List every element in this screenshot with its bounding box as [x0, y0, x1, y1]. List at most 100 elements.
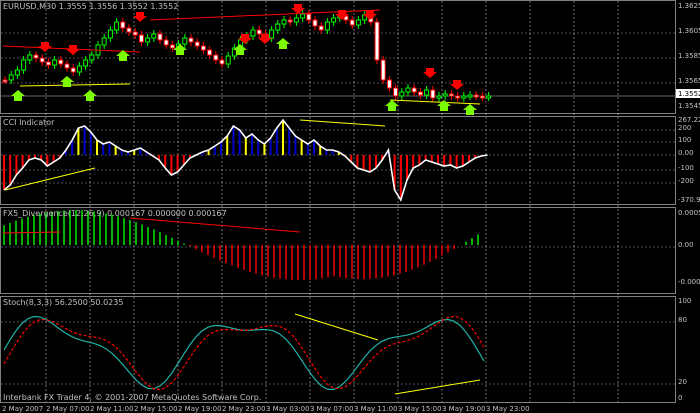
candle-body: [163, 39, 169, 46]
candle-body: [76, 65, 82, 73]
price-axis-label: 1.3585: [678, 52, 700, 60]
candle-body: [225, 55, 231, 65]
candle-body: [318, 25, 324, 31]
price-axis-label: 1.3605: [678, 27, 700, 35]
candle-body: [101, 37, 107, 46]
time-axis: 2 May 2007 2 May 07:00 2 May 11:00 2 May…: [2, 405, 530, 413]
buy-arrow-icon: [11, 90, 25, 101]
candle-body: [64, 63, 70, 69]
candle-body: [14, 69, 20, 76]
stoch-axis-label: 0: [678, 394, 682, 402]
candle-body: [126, 27, 132, 33]
candle-body: [194, 41, 200, 47]
metatrader-chart-window: EURUSD,M30 1.3555 1.3556 1.3552 1.3552 C…: [0, 0, 700, 413]
candle-body: [27, 54, 33, 61]
signal-arrows: [11, 4, 477, 115]
time-axis-label: 2 May 19:00: [178, 405, 222, 413]
time-axis-label: 3 May 11:00: [354, 405, 398, 413]
time-axis-label: 3 May 03:00: [266, 405, 310, 413]
candle-body: [114, 21, 120, 31]
trendline: [19, 83, 131, 87]
candle-body: [349, 19, 355, 26]
candle-body: [467, 94, 473, 98]
stochastic-oscillator: [3, 313, 485, 395]
candle-body: [89, 54, 95, 61]
candle-body: [455, 95, 461, 99]
candle-body: [213, 54, 219, 61]
candle-body: [287, 19, 293, 23]
chart-canvas[interactable]: EURUSD,M30 1.3555 1.3556 1.3552 1.3552 C…: [0, 0, 700, 413]
trendline: [4, 167, 96, 191]
candle-body: [250, 29, 256, 37]
candle-body: [157, 33, 163, 41]
candle-body: [486, 95, 492, 99]
time-axis-label: 3 May 23:00: [486, 405, 530, 413]
copyright-text: Interbank FX Trader 4, © 2001-2007 MetaQ…: [3, 393, 261, 402]
candle-body: [145, 37, 151, 43]
candle-body: [39, 57, 45, 63]
candle-body: [479, 95, 485, 99]
candle-body: [151, 33, 157, 39]
candle-body: [324, 21, 330, 31]
time-axis-label: 3 May 19:00: [442, 405, 486, 413]
divergence-axis-label: 0.00058: [678, 209, 700, 217]
candle-body: [200, 45, 206, 51]
candle-body: [411, 87, 417, 93]
candle-body: [417, 91, 423, 96]
candle-body: [448, 93, 454, 97]
candle-body: [331, 17, 337, 23]
candle-body: [473, 94, 479, 98]
cci-indicator: [3, 118, 488, 202]
cci-axis-label: 267.224: [678, 116, 700, 124]
candle-body: [58, 59, 64, 65]
trendline: [394, 379, 481, 395]
cci-axis-label: 200: [678, 124, 691, 132]
candle-body: [380, 59, 386, 81]
candle-body: [269, 29, 275, 39]
candle-body: [424, 89, 430, 96]
divergence-pane-title: FX5_Divergence(12,26,9) 0.000167 0.00000…: [3, 209, 227, 218]
cci-axis-label: 0.00: [678, 149, 694, 157]
trendline: [389, 99, 481, 105]
trendline: [129, 217, 301, 233]
stoch-axis-label: 80: [678, 316, 687, 324]
cci-line: [3, 118, 488, 202]
sell-arrow-icon: [38, 42, 52, 52]
sell-arrow-icon: [423, 68, 437, 78]
stoch-axis-label: 20: [678, 378, 687, 386]
grid-lines: [1, 1, 675, 402]
cci-axis-label: -370.924: [678, 196, 700, 204]
sell-arrow-icon: [450, 80, 464, 90]
sell-arrow-icon: [66, 45, 80, 55]
candle-body: [430, 89, 436, 99]
time-axis-label: 3 May 15:00: [398, 405, 442, 413]
candle-body: [355, 19, 361, 26]
candle-body: [461, 95, 467, 99]
sell-arrow-icon: [133, 12, 147, 22]
candle-body: [300, 13, 306, 19]
trendline: [299, 119, 386, 127]
candle-body: [8, 74, 14, 81]
candle-body: [120, 21, 126, 29]
candle-body: [107, 29, 113, 39]
candle-body: [405, 87, 411, 93]
candle-body: [306, 13, 312, 21]
candle-body: [132, 31, 138, 36]
buy-arrow-icon: [276, 38, 290, 49]
candle-body: [138, 34, 144, 43]
trendline: [294, 313, 379, 341]
price-axis-label: 1.3545: [678, 102, 700, 110]
candle-body: [386, 79, 392, 89]
time-axis-label: 2 May 23:00: [222, 405, 266, 413]
time-axis-label: 2 May 2007: [2, 405, 43, 413]
price-axis-label: 1.3625: [678, 2, 700, 10]
stoch-axis-label: 100: [678, 297, 691, 305]
candle-body: [70, 67, 76, 73]
candle-body: [45, 61, 51, 66]
cci-axis-label: -100: [678, 164, 694, 172]
last-price-label: 1.3552: [678, 90, 700, 98]
time-axis-label: 2 May 15:00: [134, 405, 178, 413]
buy-arrow-icon: [83, 90, 97, 101]
time-axis-label: 3 May 07:00: [310, 405, 354, 413]
price-axis-label: 1.3565: [678, 77, 700, 85]
